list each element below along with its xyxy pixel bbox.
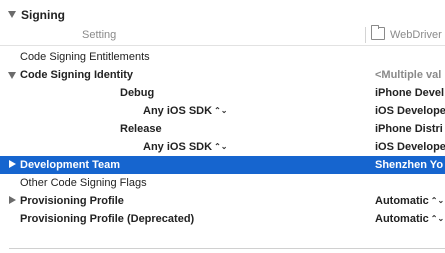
setting-value[interactable]: <Multiple val — [375, 69, 441, 81]
stepper-icon[interactable]: ⌃⌄ — [214, 143, 227, 151]
section-title: Signing — [21, 8, 65, 22]
setting-value-label: Automatic — [375, 213, 429, 225]
row-debug-any-ios-sdk[interactable]: Any iOS SDK ⌃⌄ iOS Develope — [0, 102, 445, 120]
setting-name: Release — [120, 123, 162, 135]
setting-value[interactable]: iPhone Devel — [375, 87, 444, 99]
target-column-label: WebDriver — [390, 29, 442, 41]
setting-name: Provisioning Profile (Deprecated) — [20, 213, 195, 225]
setting-value[interactable]: Automatic ⌃⌄ — [375, 213, 444, 225]
column-separator — [365, 27, 366, 43]
setting-value[interactable]: iOS Develope — [375, 141, 445, 153]
setting-name: Debug — [120, 87, 155, 99]
row-development-team[interactable]: Development Team Shenzhen Yo — [0, 156, 445, 174]
setting-value[interactable]: iOS Develope — [375, 105, 445, 117]
disclosure-collapsed-icon[interactable] — [9, 160, 16, 168]
setting-name: Code Signing Entitlements — [20, 51, 150, 63]
setting-value-label: Automatic — [375, 195, 429, 207]
target-document-icon — [371, 25, 385, 40]
row-provisioning-profile-deprecated[interactable]: Provisioning Profile (Deprecated) Automa… — [0, 210, 445, 228]
header-divider — [0, 45, 445, 46]
row-code-signing-identity[interactable]: Code Signing Identity <Multiple val — [0, 66, 445, 84]
disclosure-expanded-icon[interactable] — [8, 72, 16, 79]
row-release-any-ios-sdk[interactable]: Any iOS SDK ⌃⌄ iOS Develope — [0, 138, 445, 156]
column-header: Setting WebDriver — [0, 24, 445, 46]
setting-name: Code Signing Identity — [20, 69, 134, 81]
setting-name: Development Team — [20, 159, 121, 171]
setting-column-label: Setting — [82, 29, 117, 41]
setting-name: Other Code Signing Flags — [20, 177, 147, 189]
setting-name-label: Any iOS SDK — [143, 105, 213, 117]
disclosure-expanded-icon[interactable] — [8, 11, 16, 18]
row-release[interactable]: Release iPhone Distri — [0, 120, 445, 138]
section-divider — [9, 248, 445, 249]
row-code-signing-entitlements[interactable]: Code Signing Entitlements — [0, 48, 445, 66]
row-debug[interactable]: Debug iPhone Devel — [0, 84, 445, 102]
row-other-code-signing-flags[interactable]: Other Code Signing Flags — [0, 174, 445, 192]
setting-name: Any iOS SDK ⌃⌄ — [143, 141, 227, 153]
setting-value[interactable]: iPhone Distri — [375, 123, 443, 135]
setting-name: Provisioning Profile — [20, 195, 124, 207]
row-provisioning-profile[interactable]: Provisioning Profile Automatic ⌃⌄ — [0, 192, 445, 210]
stepper-icon[interactable]: ⌃⌄ — [214, 107, 227, 115]
setting-value[interactable]: Shenzhen Yo — [375, 159, 443, 171]
setting-name: Any iOS SDK ⌃⌄ — [143, 105, 227, 117]
setting-value[interactable]: Automatic ⌃⌄ — [375, 195, 444, 207]
stepper-icon[interactable]: ⌃⌄ — [431, 215, 444, 223]
setting-name-label: Any iOS SDK — [143, 141, 213, 153]
stepper-icon[interactable]: ⌃⌄ — [431, 197, 444, 205]
disclosure-collapsed-icon[interactable] — [9, 196, 16, 204]
